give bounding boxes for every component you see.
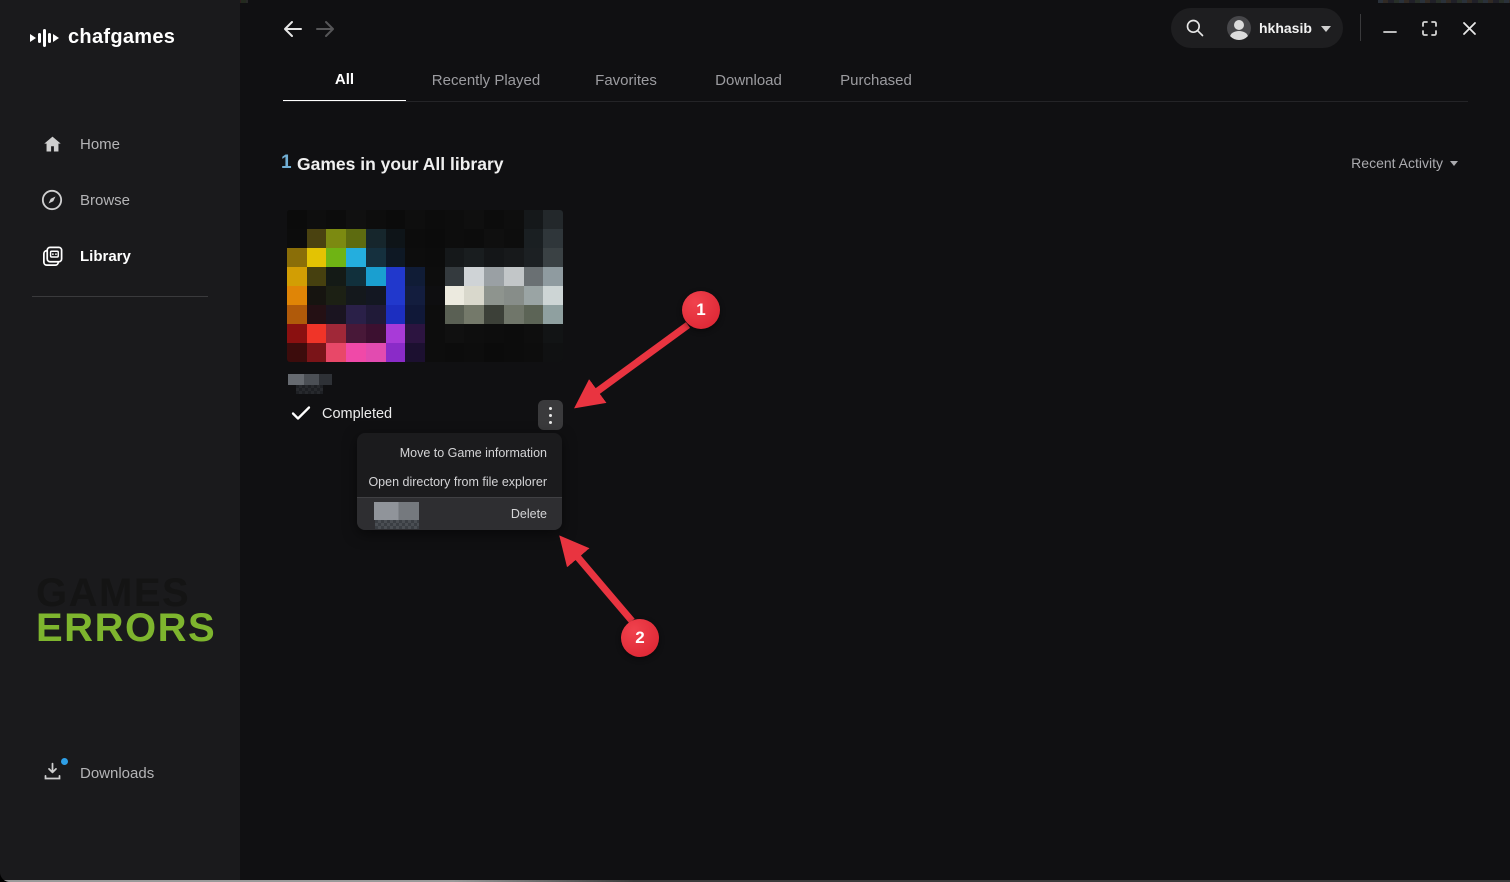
sidebar-item-label: Home: [80, 136, 120, 153]
user-account-pill: hkhasib: [1171, 8, 1343, 48]
sidebar-item-label: Library: [80, 248, 131, 265]
avatar[interactable]: [1227, 16, 1251, 40]
app-window: chafgames Home Browse: [0, 0, 1510, 882]
annotation-marker-2: 2: [621, 619, 659, 657]
tab-purchased[interactable]: Purchased: [811, 58, 941, 102]
minimize-button[interactable]: [1375, 14, 1405, 42]
sidebar-divider: [32, 296, 208, 297]
checkmark-icon: [291, 405, 311, 426]
game-title-redacted: [288, 374, 348, 394]
back-arrow-icon[interactable]: [280, 16, 306, 42]
library-icon: [40, 244, 64, 268]
compass-icon: [40, 188, 64, 212]
game-status-row: Completed: [287, 400, 563, 430]
maximize-button[interactable]: [1414, 14, 1444, 42]
game-card[interactable]: [287, 210, 563, 362]
avatar-head: [1234, 20, 1244, 30]
page-title: Games in your All library: [297, 154, 504, 175]
redacted-game-name-2: [375, 520, 419, 529]
library-heading-row: 1 Games in your All library Recent Activ…: [281, 152, 1470, 180]
soundwave-icon: [30, 29, 59, 47]
home-icon: [40, 132, 64, 156]
games-errors-watermark: GAMES ERRORS: [36, 576, 216, 646]
redacted-game-name: [374, 502, 419, 520]
sidebar-item-downloads[interactable]: Downloads: [0, 753, 240, 793]
close-button[interactable]: [1454, 14, 1484, 42]
annotation-marker-1: 1: [682, 291, 720, 329]
tab-recently-played[interactable]: Recently Played: [406, 58, 566, 102]
tab-all[interactable]: All: [283, 58, 406, 102]
sidebar-item-library[interactable]: Library: [0, 236, 240, 276]
screenshot-edge-artifact-right: [1378, 0, 1510, 3]
sidebar-item-home[interactable]: Home: [0, 124, 240, 164]
game-cover-mosaic: [287, 210, 563, 362]
tab-download[interactable]: Download: [686, 58, 811, 102]
sort-label: Recent Activity: [1351, 155, 1443, 171]
menu-item-move-to-game-information[interactable]: Move to Game information: [357, 433, 562, 467]
username[interactable]: hkhasib: [1259, 20, 1312, 36]
status-badge: Completed: [322, 406, 392, 422]
sidebar-item-browse[interactable]: Browse: [0, 180, 240, 220]
sidebar-item-label: Browse: [80, 192, 130, 209]
search-icon[interactable]: [1185, 18, 1205, 38]
menu-item-open-directory[interactable]: Open directory from file explorer: [357, 467, 562, 497]
tabs-divider: [283, 101, 1468, 102]
menu-item-delete[interactable]: Delete: [357, 497, 562, 530]
window-controls-divider: [1360, 14, 1361, 41]
forward-arrow-icon[interactable]: [312, 16, 338, 42]
library-tabs: All Recently Played Favorites Download P…: [283, 58, 941, 102]
chevron-down-icon[interactable]: [1321, 26, 1331, 32]
avatar-body: [1230, 31, 1248, 40]
sidebar: chafgames Home Browse: [0, 0, 240, 882]
sort-dropdown[interactable]: Recent Activity: [1351, 155, 1458, 171]
tab-favorites[interactable]: Favorites: [566, 58, 686, 102]
app-logo[interactable]: chafgames: [30, 26, 175, 49]
watermark-line-2: ERRORS: [36, 611, 216, 646]
kebab-menu-button[interactable]: [538, 400, 563, 430]
download-icon: [42, 761, 66, 785]
library-count: 1: [281, 152, 292, 174]
app-name: chafgames: [68, 26, 175, 49]
download-notification-dot: [61, 758, 68, 765]
context-menu: Move to Game information Open directory …: [357, 433, 562, 530]
sidebar-item-label: Downloads: [80, 765, 154, 782]
menu-item-delete-label: Delete: [511, 507, 547, 521]
caret-down-icon: [1450, 161, 1458, 166]
